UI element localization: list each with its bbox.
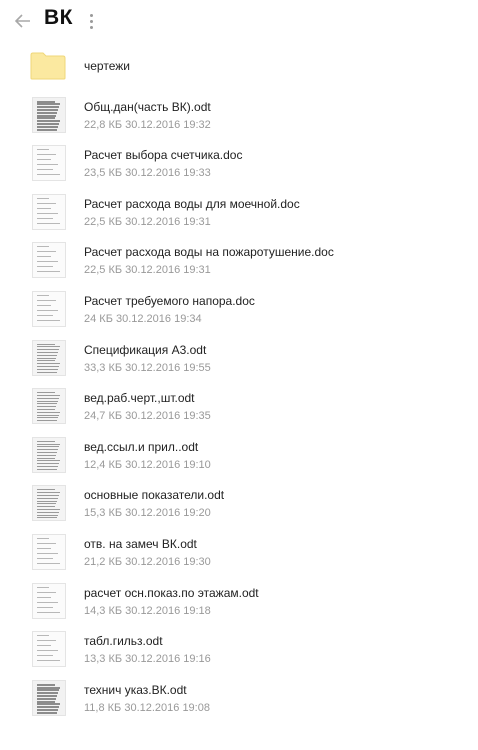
file-item[interactable]: Расчет выбора счетчика.doc 23,5 КБ 30.12.… (0, 139, 478, 188)
file-name: основные показатели.odt (84, 488, 225, 503)
header: ВК (0, 0, 478, 44)
file-name: Общ.дан(часть ВК).odt (84, 99, 211, 114)
document-thumbnail-icon (32, 290, 66, 327)
document-thumbnail-icon (32, 96, 66, 133)
file-item[interactable]: вед.ссыл.и прил..odt 12,4 КБ 30.12.2016 1… (0, 431, 478, 480)
back-button[interactable] (12, 10, 34, 32)
file-name: Расчет требуемого напора.doc (84, 293, 255, 308)
file-meta: 15,3 КБ 30.12.2016 19:20 (84, 507, 211, 520)
folder-item[interactable]: чертежи (0, 42, 478, 91)
file-meta: 11,8 КБ 30.12.2016 19:08 (84, 701, 210, 714)
document-thumbnail-icon (32, 533, 66, 570)
file-item[interactable]: Общ.дан(часть ВК).odt 22,8 КБ 30.12.2016 … (0, 91, 478, 140)
vertical-dots-icon (89, 13, 93, 17)
file-item[interactable]: Расчет расхода воды для моечной.doc 22,5 … (0, 188, 478, 237)
document-thumbnail-icon (32, 436, 66, 473)
file-item[interactable]: технич указ.ВК.odt 11,8 КБ 30.12.2016 19:… (0, 674, 478, 723)
file-meta: 23,5 КБ 30.12.2016 19:33 (84, 167, 211, 180)
document-thumbnail-icon (32, 242, 66, 279)
file-meta: 22,5 КБ 30.12.2016 19:31 (84, 264, 211, 277)
file-name: Расчет расхода воды на пожаротушение.doc (84, 245, 334, 260)
file-meta: 24 КБ 30.12.2016 19:34 (84, 312, 202, 325)
page-title: ВК (44, 6, 73, 29)
document-thumbnail-icon (32, 631, 66, 668)
file-item[interactable]: расчет осн.показ.по этажам.odt 14,3 КБ 30… (0, 577, 478, 626)
file-name: технич указ.ВК.odt (84, 682, 187, 697)
file-name: отв. на замеч ВК.odt (84, 536, 197, 551)
document-thumbnail-icon (32, 339, 66, 376)
file-meta: 21,2 КБ 30.12.2016 19:30 (84, 555, 211, 568)
file-name: Расчет расхода воды для моечной.doc (84, 196, 300, 211)
file-name: Спецификация А3.odt (84, 342, 207, 357)
more-options-button[interactable] (84, 10, 98, 32)
file-name: табл.гильз.odt (84, 634, 163, 649)
file-meta: 22,8 КБ 30.12.2016 19:32 (84, 118, 211, 131)
arrow-left-icon (15, 14, 30, 28)
file-name: вед.ссыл.и прил..odt (84, 439, 199, 454)
folder-icon (30, 52, 66, 80)
file-meta: 33,3 КБ 30.12.2016 19:55 (84, 361, 211, 374)
file-meta: 24,7 КБ 30.12.2016 19:35 (84, 410, 211, 423)
file-item[interactable]: основные показатели.odt 15,3 КБ 30.12.201… (0, 479, 478, 528)
file-meta: 12,4 КБ 30.12.2016 19:10 (84, 458, 211, 471)
file-name: расчет осн.показ.по этажам.odt (84, 585, 259, 600)
file-meta: 13,3 КБ 30.12.2016 19:16 (84, 653, 211, 666)
document-thumbnail-icon (32, 193, 66, 230)
file-item[interactable]: отв. на замеч ВК.odt 21,2 КБ 30.12.2016 1… (0, 528, 478, 577)
document-thumbnail-icon (32, 679, 66, 716)
file-name: Расчет выбора счетчика.doc (84, 148, 243, 163)
file-list: чертежи Общ.дан(часть ВК).odt 22,8 КБ 30.… (0, 42, 478, 722)
document-thumbnail-icon (32, 582, 66, 619)
file-item[interactable]: Расчет расхода воды на пожаротушение.doc… (0, 236, 478, 285)
file-meta: 22,5 КБ 30.12.2016 19:31 (84, 215, 211, 228)
file-item[interactable]: табл.гильз.odt 13,3 КБ 30.12.2016 19:16 (0, 625, 478, 674)
file-item[interactable]: вед.раб.черт.,шт.odt 24,7 КБ 30.12.2016 1… (0, 382, 478, 431)
document-thumbnail-icon (32, 388, 66, 425)
folder-name: чертежи (84, 59, 130, 73)
file-item[interactable]: Расчет требуемого напора.doc 24 КБ 30.12.… (0, 285, 478, 334)
file-item[interactable]: Спецификация А3.odt 33,3 КБ 30.12.2016 19… (0, 334, 478, 383)
file-name: вед.раб.черт.,шт.odt (84, 391, 195, 406)
document-thumbnail-icon (32, 145, 66, 182)
file-meta: 14,3 КБ 30.12.2016 19:18 (84, 604, 211, 617)
document-thumbnail-icon (32, 485, 66, 522)
